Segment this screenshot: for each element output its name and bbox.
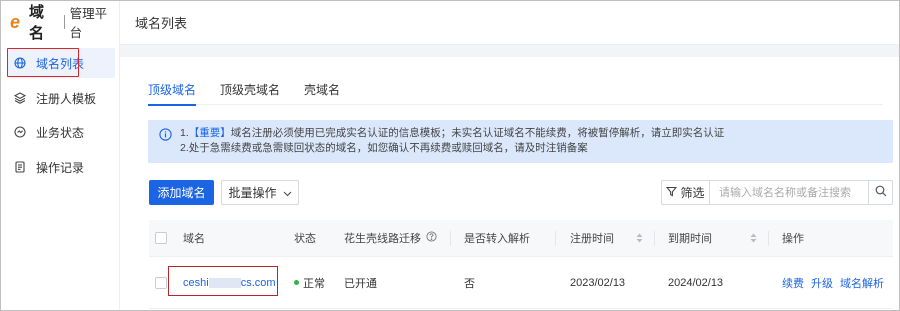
sidebar-item-label: 业务状态 <box>36 125 85 140</box>
column-header-domain: 域名 <box>183 233 205 245</box>
funnel-icon <box>666 186 678 200</box>
notice-line-1: 1.【重要】域名注册必须使用已完成实名认证的信息模板；未实名认证域名不能续费，将… <box>159 126 893 141</box>
status-circle-icon <box>13 125 27 139</box>
sort-icon[interactable] <box>636 233 643 243</box>
sidebar-item-label: 操作记录 <box>36 160 85 175</box>
search-button[interactable] <box>868 181 892 204</box>
upgrade-link[interactable]: 升级 <box>811 275 833 291</box>
layers-icon <box>13 91 27 105</box>
info-icon <box>159 128 172 141</box>
notice-line-1-prefix: 1. <box>180 127 189 139</box>
filter-label: 筛选 <box>680 186 705 200</box>
domain-suffix: cs.com <box>240 276 276 289</box>
table-header: 域名 状态 花生壳线路迁移 是否转入解析 注册时间 到期时间 操作 <box>149 220 893 257</box>
search-filter-group: 筛选 <box>661 180 893 205</box>
column-divider <box>768 231 769 246</box>
sidebar-item-label: 注册人模板 <box>36 91 97 106</box>
sidebar-item-operation-log[interactable]: 操作记录 <box>7 152 115 182</box>
migration-cell: 已开通 <box>344 277 377 290</box>
row-checkbox[interactable] <box>155 276 167 289</box>
batch-operation-dropdown[interactable]: 批量操作 <box>221 180 299 205</box>
brand-e-icon: e <box>9 13 27 31</box>
batch-operation-label: 批量操作 <box>228 186 277 200</box>
tab-top-level-domain[interactable]: 顶级域名 <box>148 75 197 106</box>
domain-cell: ceshi cs.com <box>183 257 276 308</box>
column-header-registered[interactable]: 注册时间 <box>570 220 643 256</box>
status-cell: 正常 <box>294 257 325 308</box>
document-icon <box>13 160 27 174</box>
renew-link[interactable]: 续费 <box>782 275 804 291</box>
brand-subtitle: 管理平台 <box>69 7 108 40</box>
status-text: 正常 <box>303 277 325 290</box>
actions-cell: 续费 升级 域名解析 <box>782 257 891 308</box>
column-header-actions: 操作 <box>782 233 804 245</box>
column-header-status: 状态 <box>294 233 316 245</box>
select-all-cell <box>155 220 167 256</box>
sidebar-item-label: 域名列表 <box>36 56 85 71</box>
dns-resolve-link[interactable]: 域名解析 <box>840 275 884 291</box>
globe-icon <box>13 56 27 70</box>
notice-banner: 1.【重要】域名注册必须使用已完成实名认证的信息模板；未实名认证域名不能续费，将… <box>148 120 893 163</box>
select-all-checkbox[interactable] <box>155 232 167 244</box>
row-select-cell <box>155 257 167 308</box>
column-header-expires[interactable]: 到期时间 <box>668 220 757 256</box>
redacted-mask <box>208 277 241 288</box>
page-title: 域名列表 <box>135 16 188 31</box>
expires-date-cell: 2024/02/13 <box>668 276 724 289</box>
registered-date-cell: 2023/02/13 <box>570 276 626 289</box>
header-separator <box>120 45 899 57</box>
column-header-expires-label: 到期时间 <box>668 233 712 245</box>
notice-line-2: 2.处于急需续费或急需赎回状态的域名，如您确认不再续费或赎回域名，请及时注销备案 <box>180 142 588 154</box>
svg-text:e: e <box>10 13 20 31</box>
table-row: ceshi cs.com 正常 已开通 否 2023/02/13 2024/02/… <box>149 257 893 309</box>
question-icon[interactable] <box>426 231 437 245</box>
column-header-transfer-dns: 是否转入解析 <box>464 233 530 245</box>
notice-line-1-text: 域名注册必须使用已完成实名认证的信息模板；未实名认证域名不能续费，将被暂停解析，… <box>230 127 725 139</box>
sidebar-item-business-status[interactable]: 业务状态 <box>7 117 115 147</box>
tab-top-level-shell-domain[interactable]: 顶级壳域名 <box>220 75 280 105</box>
transfer-dns-cell: 否 <box>464 277 475 290</box>
app-window: e 域名 管理平台 域名列表 注册人模板 业务状态 操作记录 域名列表 顶级域名… <box>0 0 900 311</box>
status-dot-icon <box>294 280 299 285</box>
column-header-migration-label: 花生壳线路迁移 <box>344 233 421 245</box>
sidebar-item-domain-list[interactable]: 域名列表 <box>7 48 115 78</box>
sidebar: e 域名 管理平台 域名列表 注册人模板 业务状态 操作记录 <box>1 1 120 310</box>
tab-shell-domain[interactable]: 壳域名 <box>304 75 340 105</box>
search-icon <box>875 185 887 200</box>
column-header-registered-label: 注册时间 <box>570 233 614 245</box>
column-divider <box>450 231 451 246</box>
add-domain-button[interactable]: 添加域名 <box>149 180 214 205</box>
domain-link[interactable]: ceshi cs.com <box>183 277 276 289</box>
filter-button[interactable]: 筛选 <box>662 181 710 204</box>
domain-prefix: ceshi <box>183 276 209 289</box>
column-divider <box>654 231 655 246</box>
chevron-down-icon <box>283 186 292 200</box>
domain-table: 域名 状态 花生壳线路迁移 是否转入解析 注册时间 到期时间 操作 ceshi … <box>149 220 893 309</box>
brand-logo: e 域名 管理平台 <box>9 4 119 42</box>
page-header: 域名列表 <box>120 1 899 45</box>
column-header-migration: 花生壳线路迁移 <box>344 220 437 256</box>
sidebar-item-registrant-template[interactable]: 注册人模板 <box>7 83 115 113</box>
column-divider <box>555 231 556 246</box>
sort-icon[interactable] <box>750 233 757 243</box>
notice-important-tag: 【重要】 <box>188 127 231 139</box>
search-input[interactable] <box>710 181 868 204</box>
domain-type-tabs: 顶级域名 顶级壳域名 壳域名 <box>148 75 883 106</box>
brand-name: 域名 <box>29 4 45 42</box>
brand-divider <box>63 15 65 29</box>
